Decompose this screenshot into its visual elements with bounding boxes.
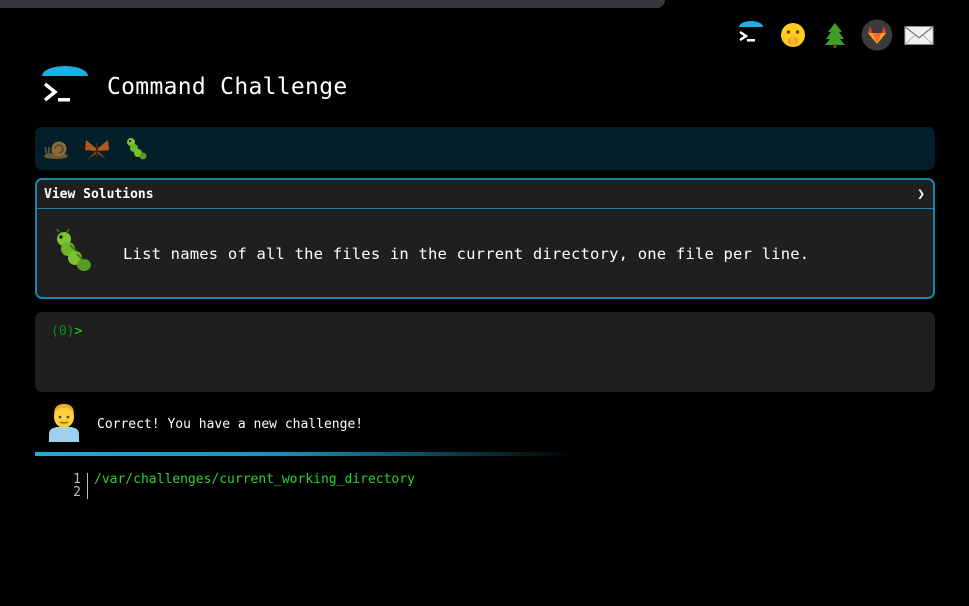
chevron-right-icon: ❯	[917, 186, 925, 202]
challenge-body: List names of all the files in the curre…	[37, 209, 933, 298]
feedback: Correct! You have a new challenge!	[47, 402, 363, 446]
output-panel: 1 /var/challenges/current_working_direct…	[60, 473, 415, 499]
snail-icon[interactable]	[43, 135, 71, 163]
level-bar	[35, 127, 935, 170]
logo-icon	[40, 64, 90, 110]
envelope-icon[interactable]	[903, 18, 935, 52]
header: Command Challenge	[40, 64, 348, 110]
tree-icon[interactable]	[819, 18, 851, 52]
line-number: 2	[73, 485, 81, 500]
divider	[35, 452, 575, 456]
caterpillar-icon[interactable]	[123, 135, 151, 163]
terminal-input[interactable]: (0)>	[35, 312, 935, 392]
browser-toolbar-edge	[0, 0, 665, 8]
feedback-message: Correct! You have a new challenge!	[97, 416, 364, 432]
challenge-panel: View Solutions ❯ List names of all the f…	[35, 178, 935, 299]
line-text	[87, 486, 94, 499]
page-title: Command Challenge	[107, 74, 348, 100]
caterpillar-icon	[51, 228, 97, 279]
exit-code: (0)	[51, 324, 75, 339]
view-solutions-label: View Solutions	[44, 186, 154, 202]
line-text: /var/challenges/current_working_director…	[87, 473, 415, 486]
gitlab-icon[interactable]	[861, 18, 893, 52]
view-solutions-toggle[interactable]: View Solutions ❯	[37, 180, 933, 209]
output-line: 2	[60, 486, 415, 499]
top-nav	[735, 18, 935, 52]
terminal-logo-icon[interactable]	[735, 18, 767, 52]
output-line: 1 /var/challenges/current_working_direct…	[60, 473, 415, 486]
browser-strip	[0, 0, 969, 16]
butterfly-icon[interactable]	[83, 135, 111, 163]
challenge-task: List names of all the files in the curre…	[123, 244, 810, 263]
hushed-face-icon[interactable]	[777, 18, 809, 52]
man-avatar-icon	[47, 402, 81, 446]
prompt-symbol: >	[74, 324, 83, 339]
